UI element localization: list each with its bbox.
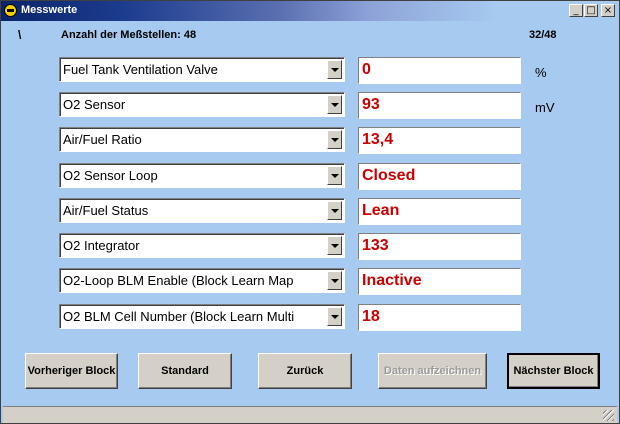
parameter-name: O2 Sensor <box>63 97 126 112</box>
value-text: 0 <box>362 61 371 78</box>
parameter-value-2: 93 <box>358 92 521 119</box>
page-counter: 32/48 <box>529 29 557 41</box>
parameter-select-2[interactable]: O2 Sensor <box>59 92 345 117</box>
chevron-down-icon[interactable] <box>327 236 342 255</box>
value-text: 18 <box>362 308 380 325</box>
standard-button[interactable]: Standard <box>138 353 232 389</box>
close-button[interactable]: × <box>601 4 615 17</box>
back-button[interactable]: Zurück <box>258 353 352 389</box>
parameter-name: Air/Fuel Status <box>63 203 149 218</box>
value-text: 13,4 <box>362 131 394 148</box>
resize-grip-icon[interactable] <box>603 410 614 421</box>
parameter-name: O2 Sensor Loop <box>63 168 158 183</box>
measurement-window: Messwerte _ □ × \ Anzahl der Meßstellen:… <box>0 0 620 424</box>
parameter-select-4[interactable]: O2 Sensor Loop <box>59 163 345 188</box>
previous-block-button[interactable]: Vorheriger Block <box>25 353 118 389</box>
chevron-down-icon[interactable] <box>327 166 342 185</box>
parameter-name: O2-Loop BLM Enable (Block Learn Map <box>63 273 294 288</box>
maximize-button[interactable]: □ <box>584 4 598 17</box>
parameter-name: Fuel Tank Ventilation Valve <box>63 62 218 77</box>
value-text: Lean <box>362 202 400 219</box>
status-bar <box>3 406 617 423</box>
parameter-select-8[interactable]: O2 BLM Cell Number (Block Learn Multi <box>59 304 345 329</box>
parameter-value-1: 0 <box>358 57 521 84</box>
next-block-button[interactable]: Nächster Block <box>507 353 600 389</box>
app-logo-icon <box>4 4 17 17</box>
parameter-value-6: 133 <box>358 233 521 260</box>
parameter-name: Air/Fuel Ratio <box>63 132 142 147</box>
value-text: Closed <box>362 167 416 184</box>
value-text: 133 <box>362 237 389 254</box>
parameter-name: O2 Integrator <box>63 238 140 253</box>
value-text: Inactive <box>362 272 422 289</box>
parameter-select-7[interactable]: O2-Loop BLM Enable (Block Learn Map <box>59 268 345 293</box>
chevron-down-icon[interactable] <box>327 307 342 326</box>
chevron-down-icon[interactable] <box>327 130 342 149</box>
parameter-select-5[interactable]: Air/Fuel Status <box>59 198 345 223</box>
parameter-select-3[interactable]: Air/Fuel Ratio <box>59 127 345 152</box>
parameter-select-1[interactable]: Fuel Tank Ventilation Valve <box>59 57 345 82</box>
value-text: 93 <box>362 96 380 113</box>
chevron-down-icon[interactable] <box>327 201 342 220</box>
parameter-value-3: 13,4 <box>358 127 521 154</box>
parameter-select-6[interactable]: O2 Integrator <box>59 233 345 258</box>
parameter-value-5: Lean <box>358 198 521 225</box>
parameter-value-7: Inactive <box>358 268 521 295</box>
activity-spinner-icon: \ <box>18 28 22 42</box>
window-title: Messwerte <box>21 4 78 16</box>
record-data-button[interactable]: Daten aufzeichnen <box>378 353 487 389</box>
unit-label-1: % <box>535 65 547 80</box>
minimize-button[interactable]: _ <box>569 4 583 17</box>
measurement-count-label: Anzahl der Meßstellen: 48 <box>61 29 197 41</box>
parameter-name: O2 BLM Cell Number (Block Learn Multi <box>63 309 295 324</box>
parameter-value-4: Closed <box>358 163 521 190</box>
unit-label-2: mV <box>535 100 555 115</box>
chevron-down-icon[interactable] <box>327 271 342 290</box>
chevron-down-icon[interactable] <box>327 60 342 79</box>
parameter-value-8: 18 <box>358 304 521 331</box>
chevron-down-icon[interactable] <box>327 95 342 114</box>
title-bar[interactable]: Messwerte _ □ × <box>1 1 619 21</box>
